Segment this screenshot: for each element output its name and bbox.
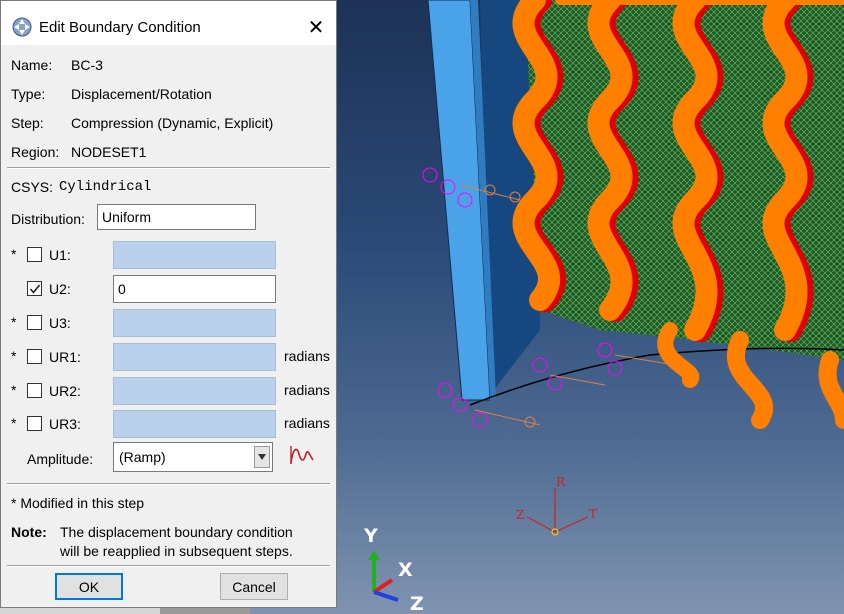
dof-field-u3[interactable] [113,309,276,337]
separator [7,483,330,485]
unit-label-ur2: radians [284,382,330,398]
csys-r-label: R [556,475,566,489]
amplitude-label: Amplitude: [27,451,94,467]
edit-boundary-condition-dialog: Edit Boundary Condition ✕ Name: BC-3 Typ… [0,0,337,608]
dof-field-u2[interactable]: 0 [113,275,276,303]
distribution-label: Distribution: [11,211,85,227]
unit-label-ur1: radians [284,348,330,364]
dof-field-ur2[interactable] [113,377,276,405]
ok-button[interactable]: OK [55,573,123,600]
modified-star-ur2: * [11,382,17,398]
dof-field-ur1[interactable] [113,343,276,371]
type-value: Displacement/Rotation [71,86,212,102]
close-button[interactable]: ✕ [301,13,331,41]
chevron-down-icon[interactable] [254,446,270,468]
step-value: Compression (Dynamic, Explicit) [71,115,274,131]
note-line-2: will be reapplied in subsequent steps. [60,543,293,559]
dof-field-ur3[interactable] [113,410,276,438]
separator [7,565,330,567]
name-value: BC-3 [71,57,103,73]
dof-label-ur3: UR3: [49,416,81,432]
global-x-label: X [398,559,413,581]
dof-label-u1: U1: [49,247,71,263]
modified-star-u3: * [11,314,17,330]
dof-label-u3: U3: [49,315,71,331]
close-icon: ✕ [307,16,325,39]
distribution-field[interactable]: Uniform [97,204,256,230]
name-label: Name: [11,57,53,73]
region-value: NODESET1 [71,144,147,160]
csys-z-label: Z [516,508,524,522]
modified-star-ur3: * [11,415,17,431]
bc-app-icon [12,17,32,37]
dof-field-u1[interactable] [113,241,276,269]
checkbox-ur2[interactable] [27,383,42,398]
checkbox-u2[interactable] [27,281,42,296]
checkbox-u3[interactable] [27,315,42,330]
modified-note: * Modified in this step [11,495,145,511]
global-y-label: Y [363,525,378,547]
csys-t-label: T [589,507,597,521]
dof-label-u2: U2: [49,281,71,297]
dialog-title: Edit Boundary Condition [39,19,201,36]
step-label: Step: [11,115,44,131]
cancel-button[interactable]: Cancel [220,573,288,600]
modified-star-ur1: * [11,348,17,364]
global-z-label: Z [410,593,424,614]
checkmark-icon [29,284,41,294]
region-label: Region: [11,144,60,160]
note-label: Note: [11,524,47,540]
unit-label-ur3: radians [284,415,330,431]
global-axis-triad: Y X Z [363,525,424,614]
checkbox-u1[interactable] [27,247,42,262]
csys-label: CSYS: [11,179,54,195]
amplitude-value: (Ramp) [119,449,166,465]
csys-value: Cylindrical [59,179,152,195]
local-csys-triad: R Z T [516,475,597,536]
amplitude-curve-icon[interactable] [289,444,315,466]
checkbox-ur3[interactable] [27,416,42,431]
amplitude-select[interactable]: (Ramp) [113,442,273,472]
checkbox-ur1[interactable] [27,349,42,364]
modified-star-u1: * [11,246,17,262]
note-line-1: The displacement boundary condition [60,524,293,540]
dialog-titlebar[interactable]: Edit Boundary Condition ✕ [1,1,336,45]
dof-label-ur2: UR2: [49,383,81,399]
separator [7,167,330,169]
dof-label-ur1: UR1: [49,349,81,365]
type-label: Type: [11,86,46,102]
